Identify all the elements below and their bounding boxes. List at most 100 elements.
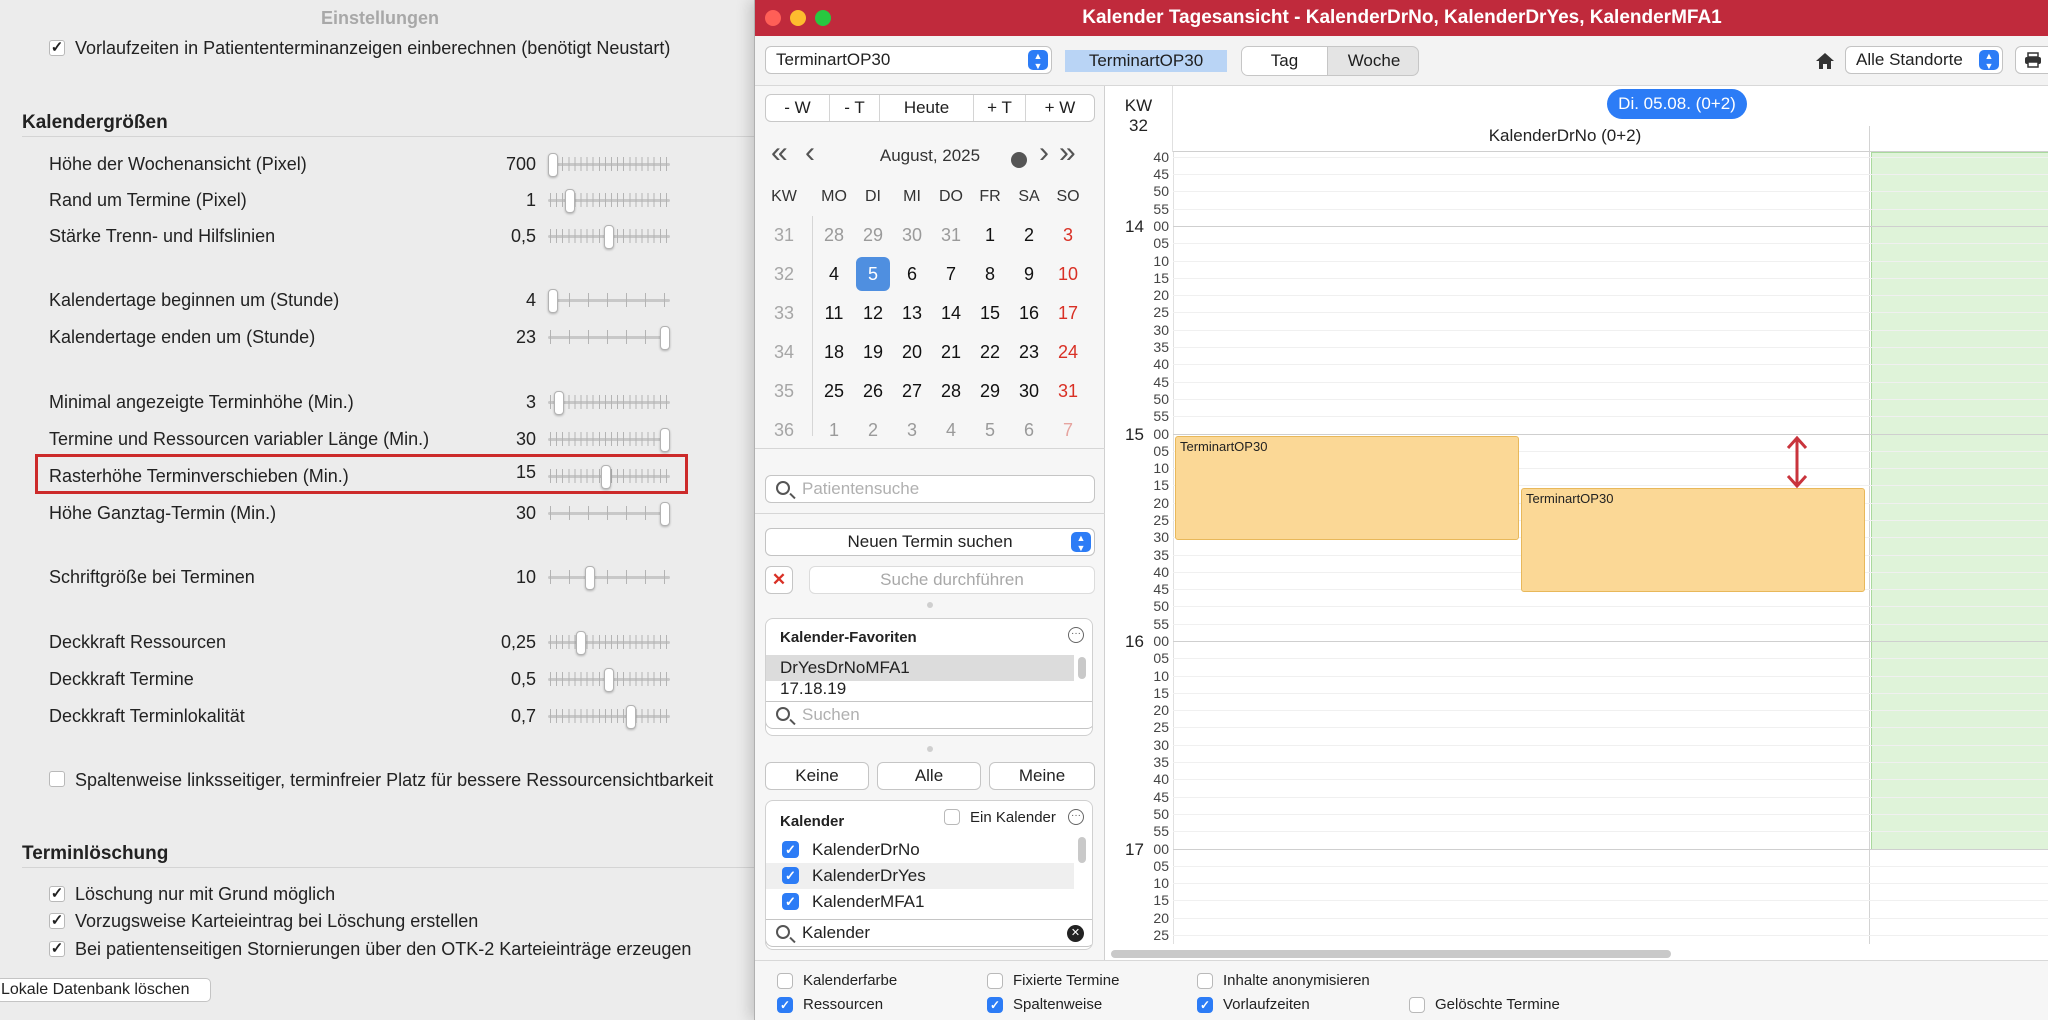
calendar-day[interactable]: 5 <box>856 257 890 291</box>
slider-knob[interactable] <box>604 225 614 249</box>
view-option-checkbox[interactable] <box>1409 997 1425 1013</box>
calendar-day[interactable]: 31 <box>1051 374 1085 408</box>
slider-knob[interactable] <box>548 153 558 177</box>
calendar-day[interactable]: 13 <box>895 296 929 330</box>
plus-week-button[interactable]: + W <box>1026 95 1094 121</box>
calendar-day[interactable]: 25 <box>817 374 851 408</box>
view-option-checkbox[interactable] <box>987 973 1003 989</box>
slider-knob[interactable] <box>660 326 670 350</box>
current-month-dot-icon[interactable] <box>1011 152 1027 168</box>
favorites-scrollbar[interactable] <box>1078 657 1086 679</box>
slider-knob[interactable] <box>660 428 670 452</box>
appointment[interactable]: TerminartOP30 <box>1521 488 1865 592</box>
prev-year-icon[interactable]: « <box>771 138 788 168</box>
prev-month-icon[interactable]: ‹ <box>805 138 815 168</box>
calendar-day[interactable]: 12 <box>856 296 890 330</box>
calendar-day[interactable]: 2 <box>856 413 890 447</box>
print-button[interactable] <box>2015 46 2048 74</box>
calendar-day[interactable]: 30 <box>1012 374 1046 408</box>
setting-slider[interactable] <box>548 391 670 415</box>
calendar-day[interactable]: 24 <box>1051 335 1085 369</box>
view-segmented-control[interactable]: Tag Woche <box>1241 46 1419 76</box>
calendar-day[interactable]: 1 <box>817 413 851 447</box>
calendar-day[interactable]: 6 <box>1012 413 1046 447</box>
delete-reason-checkbox[interactable]: ✓ <box>49 886 65 902</box>
calendars-scrollbar[interactable] <box>1078 837 1086 863</box>
calendar-item[interactable]: ✓ KalenderDrNo <box>766 837 1074 863</box>
slider-knob[interactable] <box>604 668 614 692</box>
spalten-checkbox[interactable] <box>49 771 65 787</box>
calendar-day[interactable]: 11 <box>817 296 851 330</box>
calendar-day[interactable]: 2 <box>1012 218 1046 252</box>
plus-day-button[interactable]: + T <box>974 95 1026 121</box>
calendar-day[interactable]: 8 <box>973 257 1007 291</box>
calendar-day[interactable]: 22 <box>973 335 1007 369</box>
calendar-day[interactable]: 7 <box>1051 413 1085 447</box>
calendar-day[interactable]: 31 <box>934 218 968 252</box>
calendar-day[interactable]: 28 <box>934 374 968 408</box>
next-year-icon[interactable]: » <box>1059 138 1076 168</box>
setting-slider[interactable] <box>548 502 670 526</box>
calendar-day[interactable]: 27 <box>895 374 929 408</box>
setting-slider[interactable] <box>548 668 670 692</box>
delete-local-db-button[interactable]: Lokale Datenbank löschen <box>0 978 211 1002</box>
calendar-day[interactable]: 1 <box>973 218 1007 252</box>
minus-week-button[interactable]: - W <box>766 95 830 121</box>
week-number[interactable]: 36 <box>767 413 801 447</box>
calendar-day[interactable]: 20 <box>895 335 929 369</box>
cancel-search-button[interactable]: ✕ <box>765 566 793 594</box>
slider-knob[interactable] <box>576 631 586 655</box>
calendar-day[interactable]: 3 <box>1051 218 1085 252</box>
view-option-checkbox[interactable]: ✓ <box>987 997 1003 1013</box>
favorite-item[interactable]: DrYesDrNoMFA1 <box>766 655 1074 681</box>
week-number[interactable]: 32 <box>767 257 801 291</box>
delete-record-checkbox[interactable]: ✓ <box>49 913 65 929</box>
calendar-day[interactable]: 5 <box>973 413 1007 447</box>
clear-search-icon[interactable]: ✕ <box>1067 925 1084 942</box>
week-number[interactable]: 31 <box>767 218 801 252</box>
horizontal-scrollbar[interactable] <box>1111 950 1671 958</box>
calendar-item-checkbox[interactable]: ✓ <box>782 893 799 910</box>
appointment-type-popup[interactable]: TerminartOP30 ▲ ▼ <box>765 46 1052 74</box>
setting-slider[interactable] <box>548 631 670 655</box>
view-option-checkbox[interactable] <box>1197 973 1213 989</box>
calendar-item-checkbox[interactable]: ✓ <box>782 867 799 884</box>
filter-mine-button[interactable]: Meine <box>989 762 1095 790</box>
calendar-item[interactable]: ✓ KalenderDrYes <box>766 863 1074 889</box>
minus-day-button[interactable]: - T <box>830 95 880 121</box>
setting-slider[interactable] <box>548 326 670 350</box>
calendar-day[interactable]: 19 <box>856 335 890 369</box>
calendar-day[interactable]: 30 <box>895 218 929 252</box>
calendar-day[interactable]: 15 <box>973 296 1007 330</box>
home-icon[interactable] <box>1815 52 1835 70</box>
slider-knob[interactable] <box>553 391 564 415</box>
calendar-day[interactable]: 16 <box>1012 296 1046 330</box>
calendar-day[interactable]: 7 <box>934 257 968 291</box>
slider-knob[interactable] <box>564 189 575 213</box>
view-option-checkbox[interactable] <box>777 973 793 989</box>
single-calendar-checkbox[interactable] <box>944 809 960 825</box>
view-option-checkbox[interactable]: ✓ <box>1197 997 1213 1013</box>
view-week-button[interactable]: Woche <box>1329 47 1418 75</box>
splitter-handle[interactable] <box>927 746 933 752</box>
calendar-day[interactable]: 18 <box>817 335 851 369</box>
calendar-item[interactable]: ✓ KalenderMFA1 <box>766 889 1074 915</box>
patient-search-input[interactable]: Patientensuche <box>765 475 1095 503</box>
setting-slider[interactable] <box>548 566 670 590</box>
calendar-day[interactable]: 4 <box>817 257 851 291</box>
favorites-search-input[interactable]: Suchen <box>766 701 1092 729</box>
setting-slider[interactable] <box>548 189 670 213</box>
calendar-day[interactable]: 6 <box>895 257 929 291</box>
setting-slider[interactable] <box>548 705 670 729</box>
setting-slider[interactable] <box>548 289 670 313</box>
calendar-day[interactable]: 10 <box>1051 257 1085 291</box>
filter-all-button[interactable]: Alle <box>877 762 981 790</box>
more-icon[interactable]: ··· <box>1068 627 1084 643</box>
otk-checkbox[interactable]: ✓ <box>49 941 65 957</box>
more-icon[interactable]: ··· <box>1068 809 1084 825</box>
view-option-checkbox[interactable]: ✓ <box>777 997 793 1013</box>
location-popup[interactable]: Alle Standorte ▲ ▼ <box>1845 46 2003 74</box>
setting-slider[interactable] <box>548 428 670 452</box>
calendar-item-checkbox[interactable]: ✓ <box>782 841 799 858</box>
favorite-item[interactable]: 17.18.19 <box>766 679 1074 699</box>
